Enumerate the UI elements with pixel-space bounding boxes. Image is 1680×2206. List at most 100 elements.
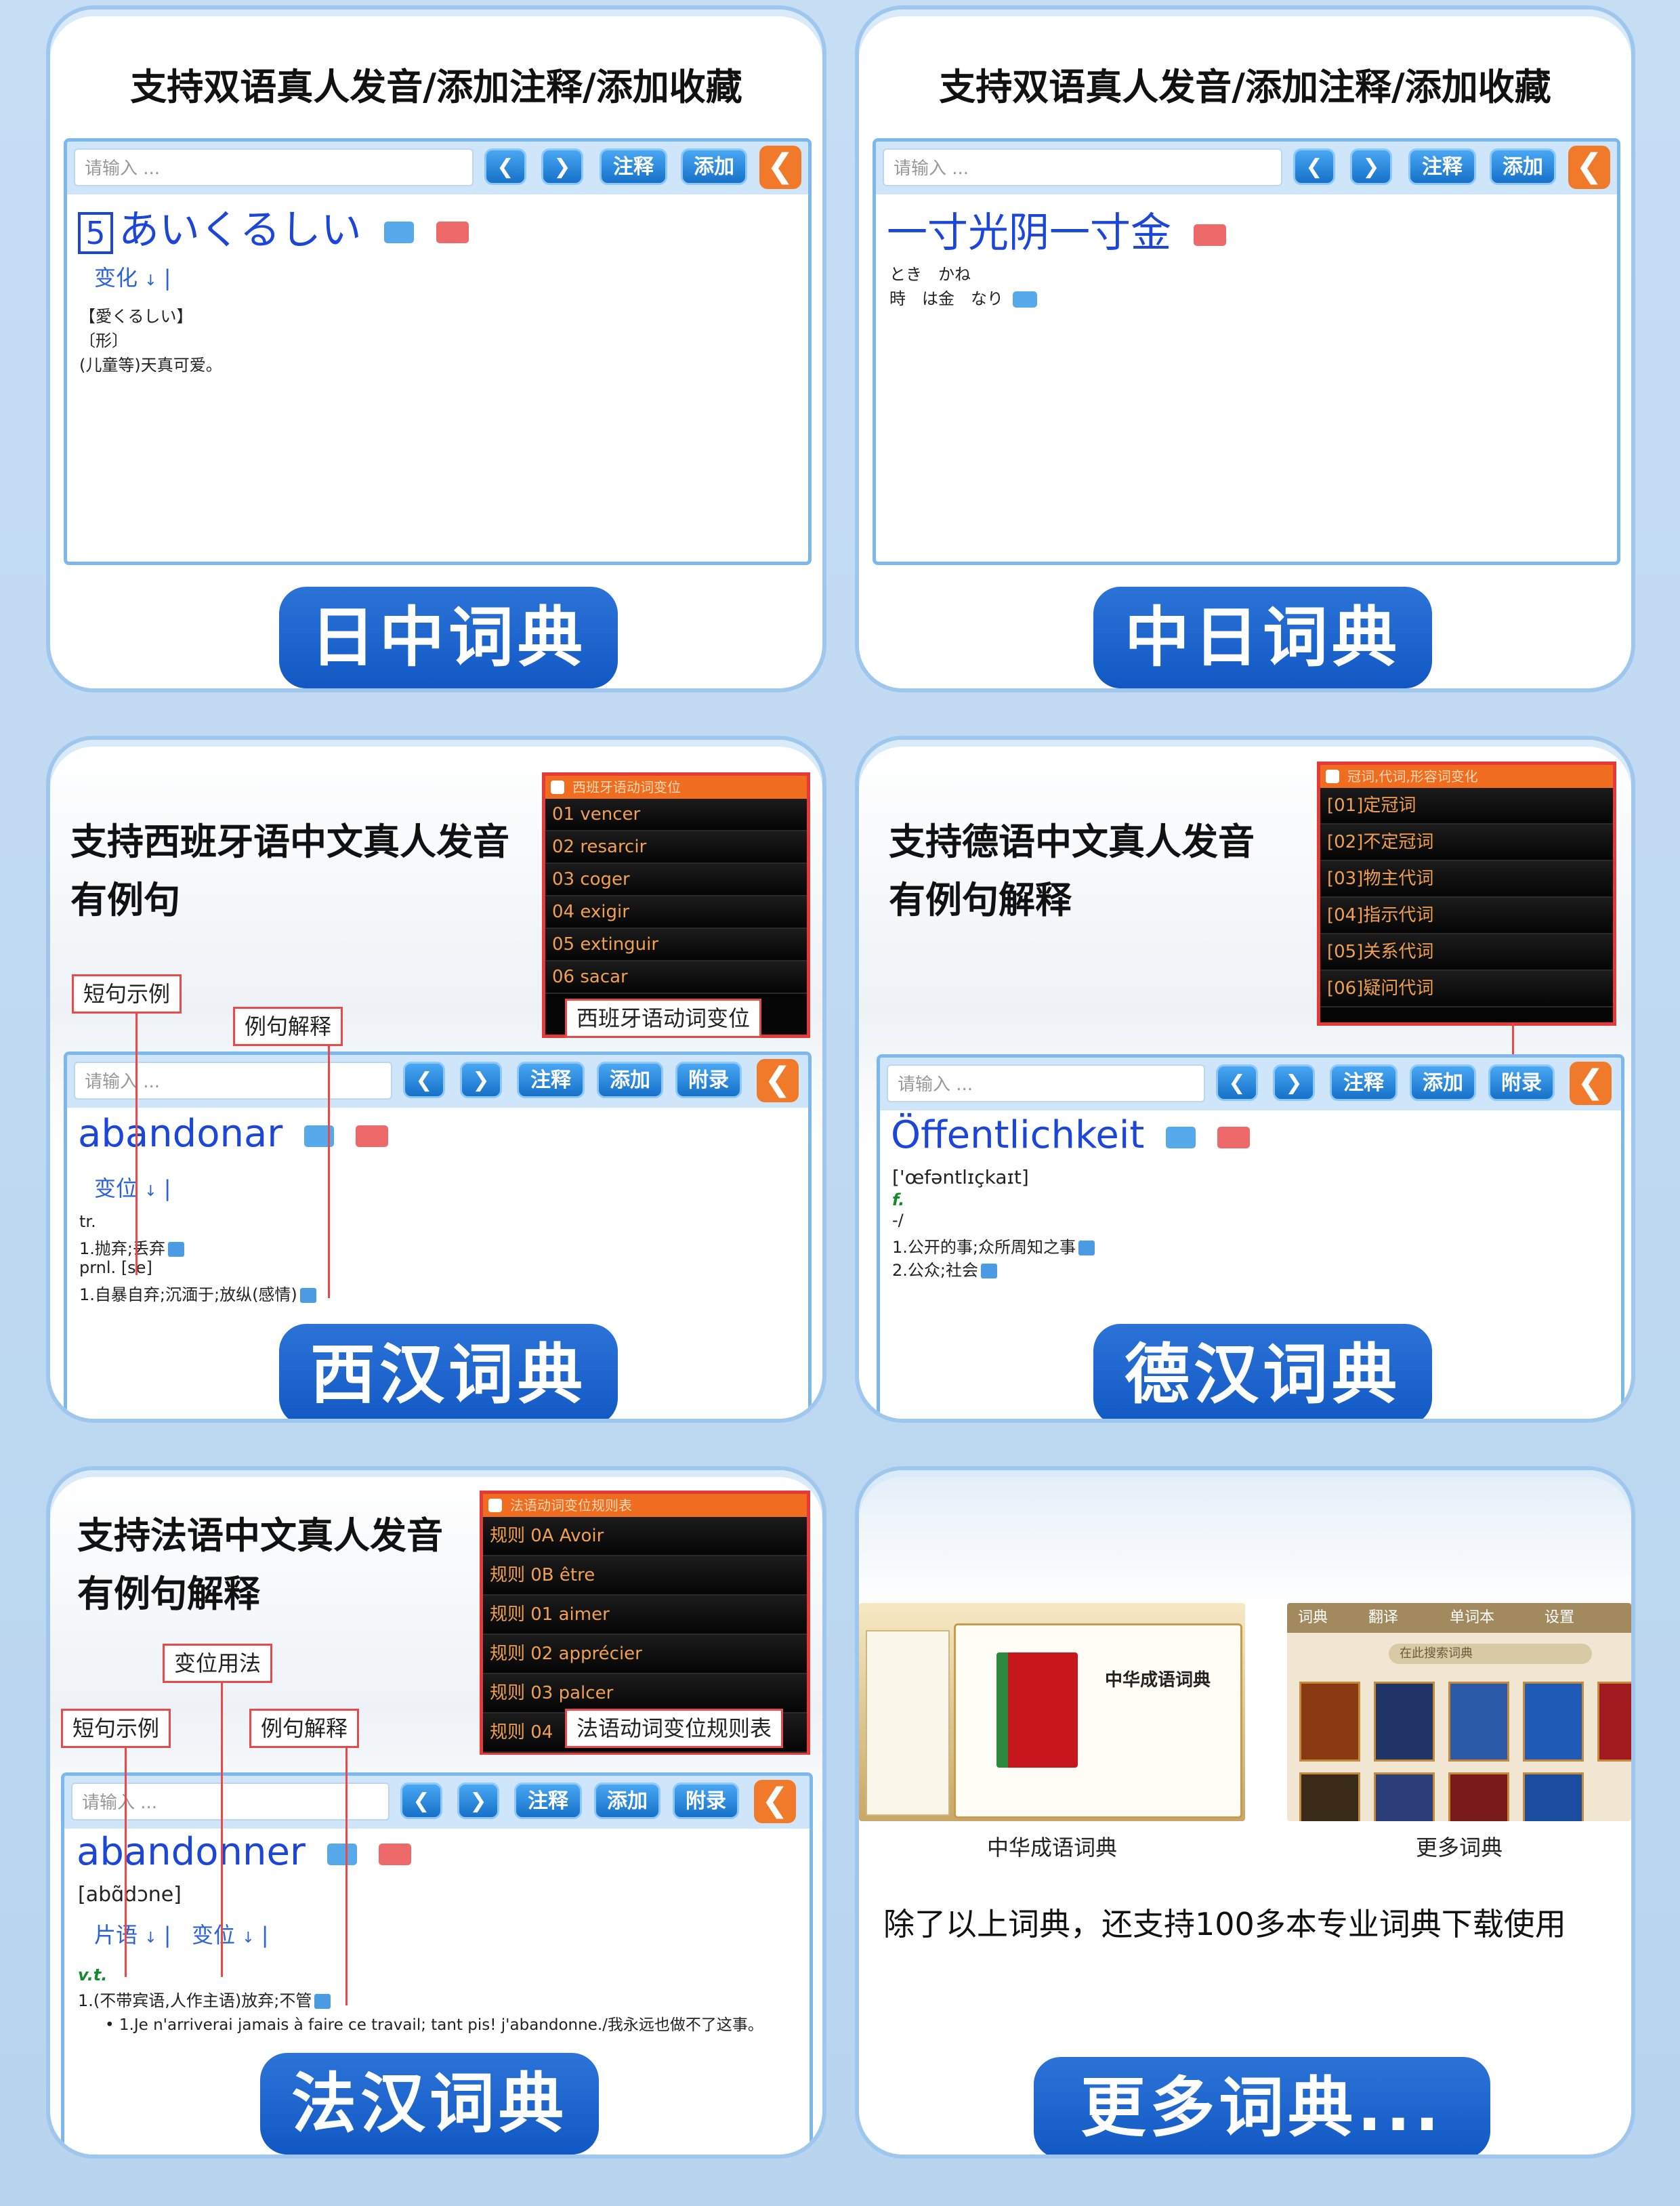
search-input[interactable]: 请输入 ... <box>71 1783 390 1820</box>
search-input[interactable]: 请输入 ... <box>74 1062 392 1100</box>
next-button[interactable]: ❯ <box>457 1783 499 1819</box>
prev-button[interactable]: ❮ <box>400 1783 442 1819</box>
speaker-red-icon[interactable] <box>1217 1126 1250 1148</box>
prev-button[interactable]: ❮ <box>484 148 526 185</box>
appendix-button[interactable]: 附录 <box>675 1062 742 1098</box>
popup-row[interactable]: 规则 02 apprécier <box>483 1635 807 1674</box>
note-button[interactable]: 注释 <box>517 1062 585 1098</box>
speaker-icon[interactable] <box>1013 291 1037 308</box>
prev-button[interactable]: ❮ <box>1293 148 1335 185</box>
book-cover-8[interactable] <box>1448 1772 1509 1821</box>
note-button[interactable]: 注释 <box>514 1783 582 1819</box>
callout-line <box>135 1012 138 1275</box>
next-button[interactable]: ❯ <box>1350 148 1392 185</box>
speaker-red-icon[interactable] <box>378 1843 411 1865</box>
heading-line-1: 支持德语中文真人发音 <box>889 820 1255 863</box>
callout-usage: 变位用法 <box>163 1644 273 1683</box>
book-cover-2[interactable] <box>1374 1682 1435 1762</box>
callout-example-explain: 例句解释 <box>233 1007 343 1046</box>
search-input[interactable]: 请输入 ... <box>887 1064 1205 1102</box>
card-es-zh: 支持西班牙语中文真人发音 有例句 西班牙语动词变位 01 vencer 02 r… <box>50 740 822 1419</box>
book-cover-3[interactable] <box>1448 1682 1509 1762</box>
add-button[interactable]: 添加 <box>681 148 747 185</box>
next-button[interactable]: ❯ <box>1273 1064 1315 1101</box>
variation-link[interactable]: 变位 ↓ | <box>192 1918 269 1949</box>
popup-row[interactable]: 规则 03 palcer <box>483 1674 807 1713</box>
speaker-red-icon[interactable] <box>1194 224 1227 247</box>
example-icon[interactable] <box>167 1242 184 1257</box>
book-cover-6[interactable] <box>1299 1772 1360 1821</box>
example-icon[interactable] <box>980 1264 997 1278</box>
back-button[interactable]: ❮ <box>1568 146 1610 189</box>
callout-example-explain: 例句解释 <box>249 1709 360 1748</box>
speaker-red-icon[interactable] <box>436 222 469 244</box>
tab-translate[interactable]: 翻译 <box>1368 1603 1398 1633</box>
add-button[interactable]: 添加 <box>1490 148 1556 185</box>
popup-row[interactable]: 规则 0A Avoir <box>483 1517 807 1556</box>
prev-button[interactable]: ❮ <box>403 1062 445 1098</box>
back-button[interactable]: ❮ <box>759 146 801 189</box>
more-description: 除了以上词典，还支持100多本专业词典下载使用 <box>883 1906 1566 1942</box>
def-text: 1.抛弃;丢弃 <box>79 1239 165 1258</box>
popup-row[interactable]: 06 sacar <box>545 961 807 994</box>
next-button[interactable]: ❯ <box>460 1062 502 1098</box>
note-button[interactable]: 注释 <box>1408 148 1476 185</box>
variation-link[interactable]: 变化 ↓ | <box>94 261 171 292</box>
popup-row[interactable]: 03 coger <box>545 864 807 896</box>
book-cover-1[interactable] <box>1299 1682 1360 1762</box>
popup-row[interactable]: [02]不定冠词 <box>1320 825 1613 861</box>
example-icon[interactable] <box>1078 1241 1095 1255</box>
phonetic: [abɑ̃dɔne] <box>78 1883 182 1907</box>
callout-line <box>1512 1023 1514 1056</box>
popup-row[interactable]: [05]关系代词 <box>1320 934 1613 971</box>
next-button[interactable]: ❯ <box>541 148 583 185</box>
book-cover-4[interactable] <box>1523 1682 1584 1762</box>
example-icon[interactable] <box>314 1994 331 2009</box>
more-dictionaries-thumbnail[interactable]: 词典 翻译 单词本 设置 在此搜索词典 <box>1287 1603 1631 1821</box>
speaker-red-icon[interactable] <box>355 1125 388 1147</box>
add-button[interactable]: 添加 <box>594 1783 660 1819</box>
back-button[interactable]: ❮ <box>754 1780 796 1823</box>
popup-row[interactable]: [04]指示代词 <box>1320 898 1613 934</box>
book-cover-7[interactable] <box>1374 1772 1435 1821</box>
def-text: 1.(不带宾语,人作主语)放弃;不管 <box>78 1991 312 2010</box>
prev-button[interactable]: ❮ <box>1216 1064 1258 1101</box>
popup-row[interactable]: 02 resarcir <box>545 831 807 864</box>
popup-row[interactable]: [03]物主代词 <box>1320 861 1613 898</box>
speaker-icon[interactable] <box>327 1843 357 1865</box>
variation-link[interactable]: 变位 ↓ | <box>94 1171 171 1203</box>
appendix-button[interactable]: 附录 <box>673 1783 739 1819</box>
appendix-button[interactable]: 附录 <box>1488 1064 1555 1101</box>
note-button[interactable]: 注释 <box>600 148 667 185</box>
card-ja-zh: 支持双语真人发音/添加注释/添加收藏 请输入 ... ❮ ❯ 注释 添加 ❮ 5… <box>50 9 822 688</box>
popup-row[interactable]: 05 extinguir <box>545 929 807 961</box>
gender: f. <box>892 1190 905 1209</box>
tab-settings[interactable]: 设置 <box>1545 1603 1574 1633</box>
add-button[interactable]: 添加 <box>1410 1064 1476 1101</box>
popup-row[interactable]: 04 exigir <box>545 896 807 929</box>
tab-wordbook[interactable]: 单词本 <box>1450 1603 1494 1633</box>
tab-dictionary[interactable]: 词典 <box>1298 1603 1328 1633</box>
example-icon[interactable] <box>299 1288 316 1303</box>
speaker-icon[interactable] <box>383 222 414 244</box>
app-tabbar: 词典 翻译 单词本 设置 <box>1287 1603 1631 1633</box>
popup-row[interactable]: [01]定冠词 <box>1320 788 1613 825</box>
speaker-icon[interactable] <box>1166 1126 1196 1148</box>
popup-row[interactable]: 规则 01 aimer <box>483 1596 807 1635</box>
popup-row[interactable]: 规则 0B être <box>483 1556 807 1596</box>
app-search-input[interactable]: 在此搜索词典 <box>1389 1644 1592 1664</box>
back-button[interactable]: ❮ <box>757 1059 799 1102</box>
popup-row[interactable]: 01 vencer <box>545 799 807 831</box>
card-title-pill[interactable]: 更多词典... <box>1034 2057 1490 2155</box>
note-button[interactable]: 注释 <box>1330 1064 1398 1101</box>
book-cover-5[interactable] <box>1597 1682 1631 1762</box>
add-button[interactable]: 添加 <box>597 1062 663 1098</box>
phrase-link[interactable]: 片语 ↓ | <box>94 1918 171 1949</box>
search-input[interactable]: 请输入 ... <box>74 148 474 186</box>
idiom-dictionary-thumbnail[interactable]: 中华成语词典 <box>859 1603 1245 1821</box>
search-input[interactable]: 请输入 ... <box>883 148 1282 186</box>
headword-text: あいくるしい <box>119 207 362 254</box>
book-cover-9[interactable] <box>1523 1772 1584 1821</box>
back-button[interactable]: ❮ <box>1570 1062 1612 1105</box>
popup-row[interactable]: [06]疑问代词 <box>1320 971 1613 1007</box>
